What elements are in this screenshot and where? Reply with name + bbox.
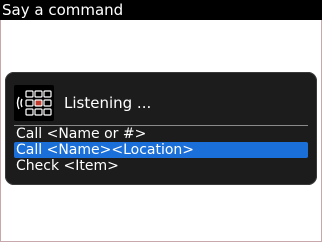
- title-text: Say a command: [2, 1, 124, 19]
- command-item-check-item[interactable]: Check <Item>: [14, 158, 308, 174]
- voice-dial-keypad-icon: [14, 85, 54, 121]
- command-item-call-name-location[interactable]: Call <Name><Location>: [14, 142, 308, 158]
- command-item-call-name-or-number[interactable]: Call <Name or #>: [14, 126, 308, 142]
- listening-status: Listening ...: [64, 94, 152, 112]
- title-bar: Say a command: [0, 0, 322, 20]
- command-list: Call <Name or #> Call <Name><Location> C…: [14, 126, 308, 174]
- voice-command-dialog: Listening ... Call <Name or #> Call <Nam…: [5, 72, 317, 185]
